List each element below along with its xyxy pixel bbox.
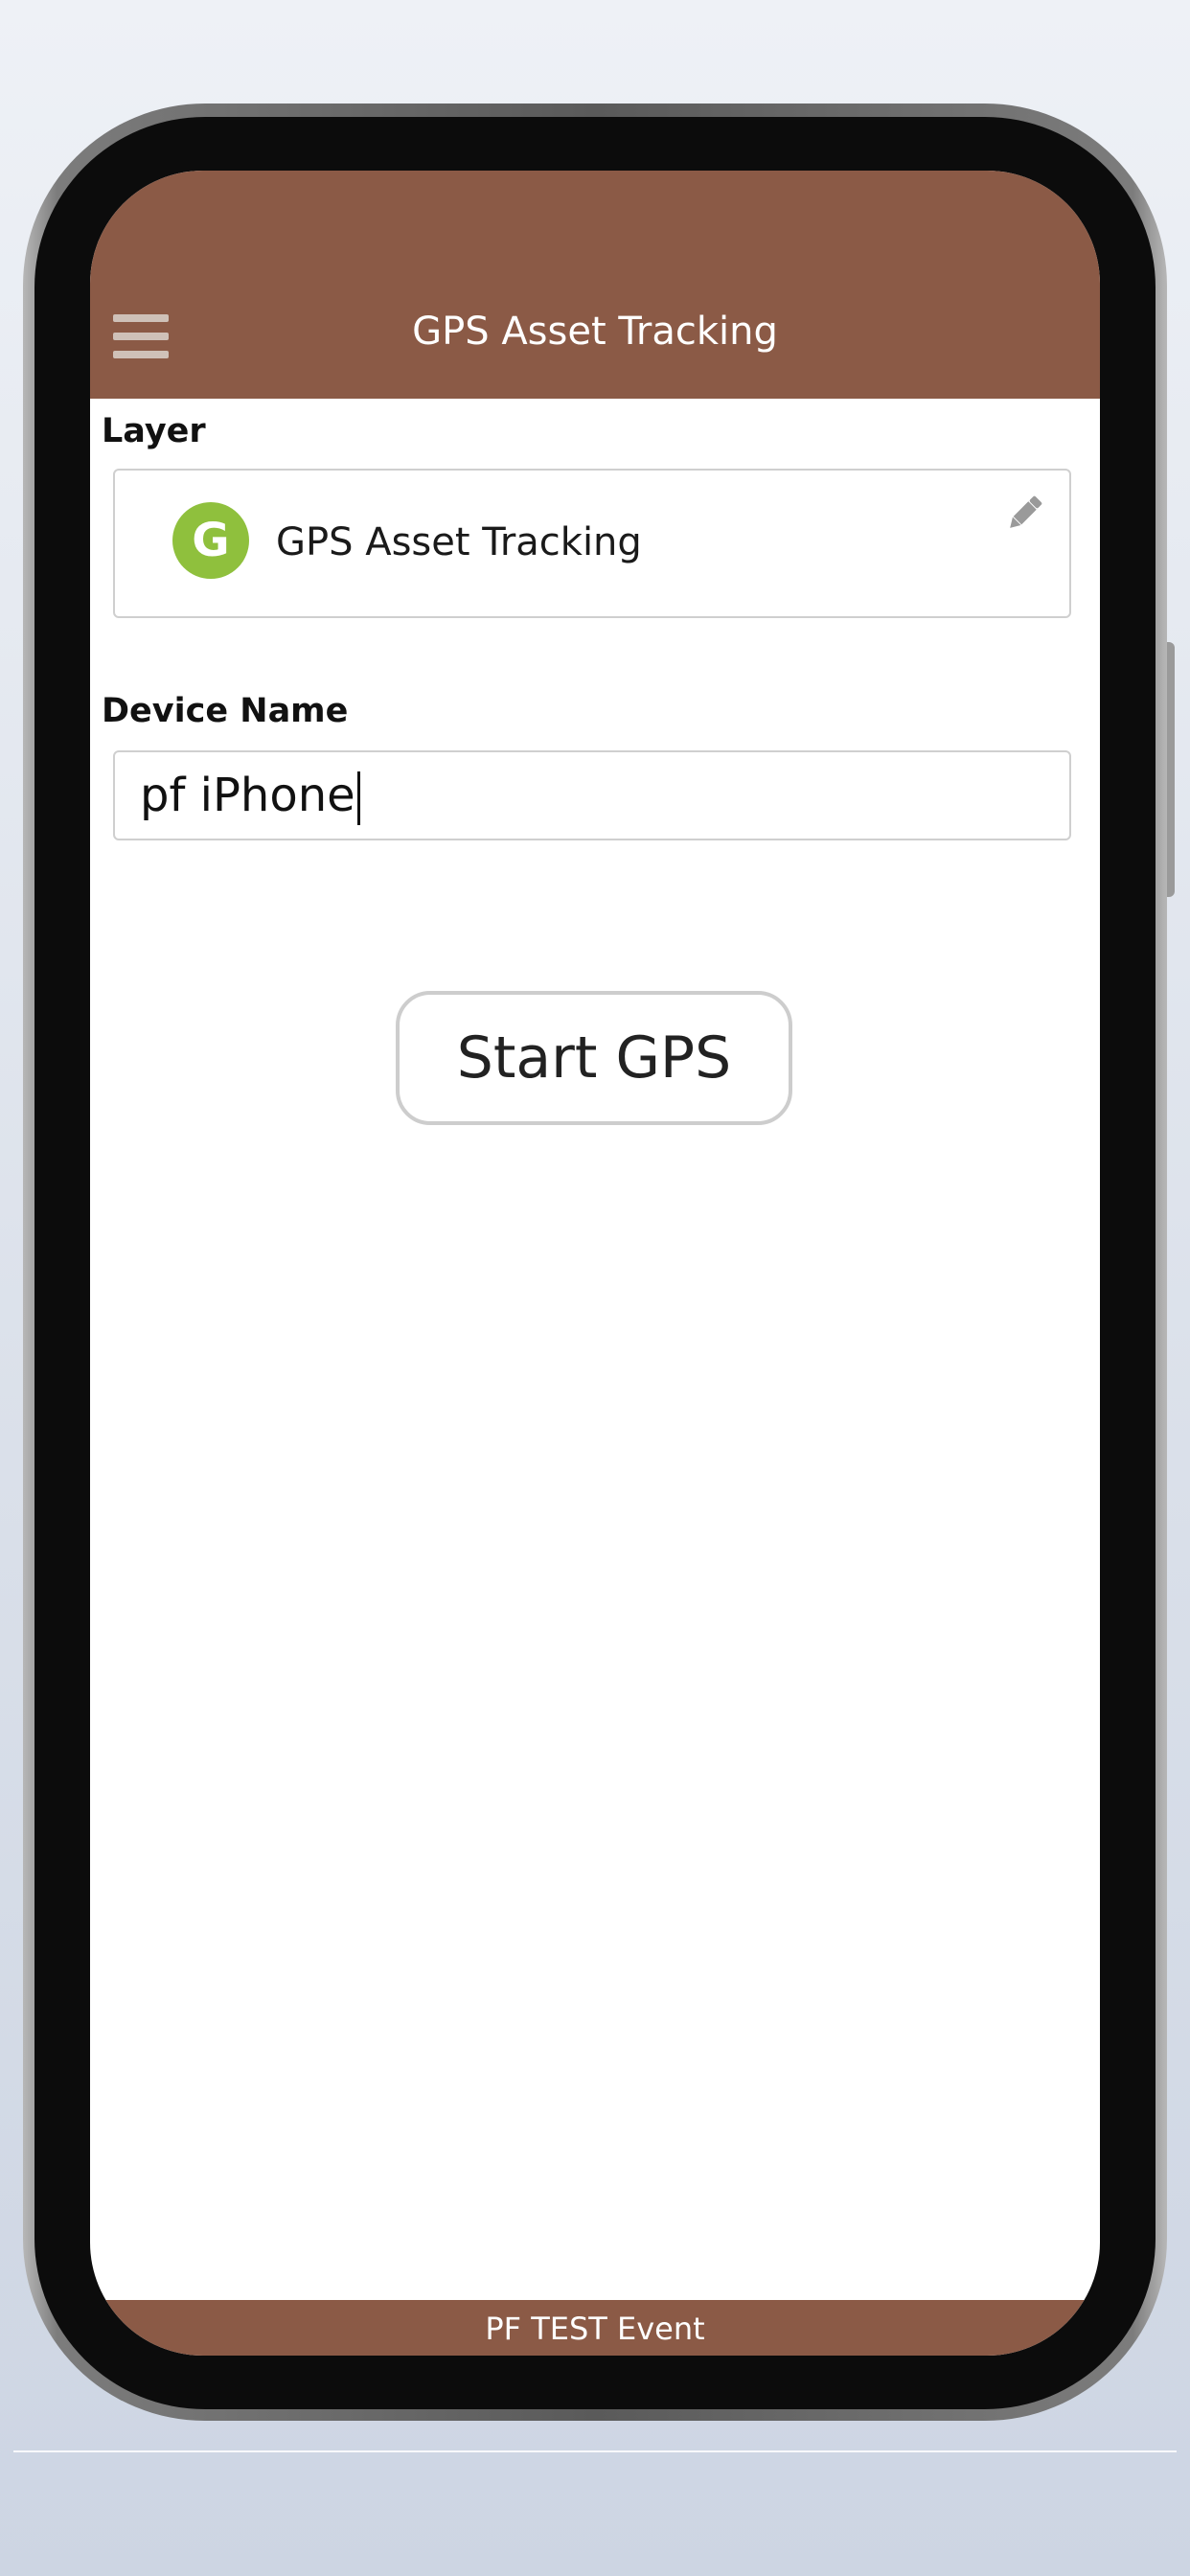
pencil-icon[interactable] [1002, 492, 1046, 536]
layer-name: GPS Asset Tracking [276, 520, 642, 564]
layer-badge: G [172, 502, 249, 579]
layer-selector[interactable]: G GPS Asset Tracking [113, 469, 1071, 618]
app-screen: GPS Asset Tracking Layer G GPS Asset Tra… [90, 171, 1100, 2356]
background-divider [13, 2450, 1177, 2452]
phone-side-button [1167, 642, 1175, 897]
event-name: PF TEST Event [485, 2311, 705, 2347]
device-name-label: Device Name [102, 692, 349, 730]
app-header: GPS Asset Tracking [90, 171, 1100, 399]
text-caret [356, 771, 360, 825]
layer-label: Layer [102, 412, 206, 450]
device-name-value: pf iPhone [140, 759, 360, 832]
app-footer: PF TEST Event [90, 2300, 1100, 2356]
start-gps-button[interactable]: Start GPS [396, 991, 792, 1125]
page-title: GPS Asset Tracking [412, 310, 778, 354]
